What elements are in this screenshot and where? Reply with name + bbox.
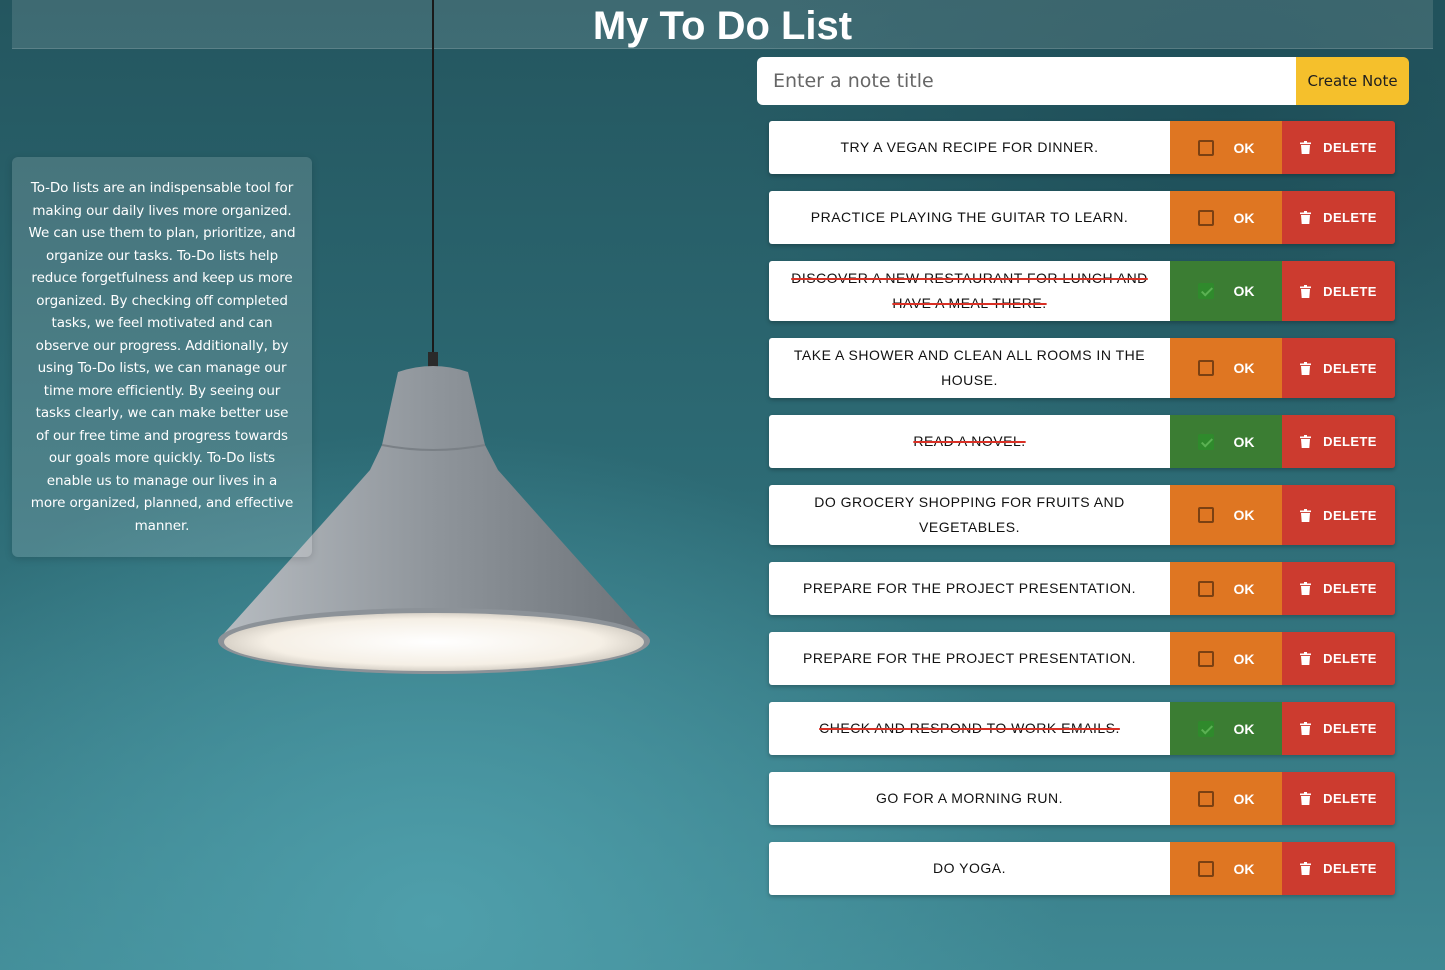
delete-label: DELETE (1323, 651, 1377, 666)
ok-button[interactable]: OK (1170, 338, 1282, 398)
task-text: Prepare for the project presentation. (769, 632, 1170, 685)
task-row: Prepare for the project presentation. OK… (769, 562, 1395, 615)
task-text: Go for a morning run. (769, 772, 1170, 825)
ok-label: OK (1233, 283, 1255, 299)
ok-button[interactable]: OK (1170, 121, 1282, 174)
checkbox-icon[interactable] (1197, 790, 1214, 807)
trash-icon (1300, 435, 1312, 448)
delete-button[interactable]: DELETE (1282, 702, 1395, 755)
task-text: Practice playing the guitar to learn. (769, 191, 1170, 244)
checkbox-icon[interactable] (1197, 139, 1214, 156)
task-row: Take a shower and clean all rooms in the… (769, 338, 1395, 398)
task-text: Do yoga. (769, 842, 1170, 895)
ok-label: OK (1233, 209, 1255, 226)
checkbox-icon[interactable] (1197, 283, 1214, 299)
trash-icon (1300, 792, 1312, 805)
ok-button[interactable]: OK (1170, 702, 1282, 755)
task-text: Do grocery shopping for fruits and veget… (769, 485, 1170, 545)
ok-button[interactable]: OK (1170, 191, 1282, 244)
task-text: Prepare for the project presentation. (769, 562, 1170, 615)
trash-icon (1300, 722, 1312, 735)
task-text: Try a vegan recipe for dinner. (769, 121, 1170, 174)
trash-icon (1300, 211, 1312, 224)
checkbox-icon[interactable] (1197, 507, 1214, 523)
ok-label: OK (1233, 720, 1255, 737)
ok-button[interactable]: OK (1170, 772, 1282, 825)
ok-label: OK (1233, 139, 1255, 156)
delete-label: DELETE (1323, 861, 1377, 876)
checkbox-icon[interactable] (1197, 860, 1214, 877)
ok-button[interactable]: OK (1170, 415, 1282, 468)
delete-label: DELETE (1323, 721, 1377, 736)
ok-label: OK (1233, 360, 1255, 376)
delete-button[interactable]: DELETE (1282, 338, 1395, 398)
trash-icon (1300, 141, 1312, 154)
ok-button[interactable]: OK (1170, 562, 1282, 615)
checkbox-icon[interactable] (1197, 580, 1214, 597)
ok-button[interactable]: OK (1170, 632, 1282, 685)
trash-icon (1300, 361, 1312, 375)
delete-label: DELETE (1323, 283, 1377, 299)
delete-button[interactable]: DELETE (1282, 191, 1395, 244)
checkbox-icon[interactable] (1197, 720, 1214, 737)
create-note-button[interactable]: Create Note (1296, 57, 1409, 105)
ok-label: OK (1233, 790, 1255, 807)
task-text: Read a novel. (769, 415, 1170, 468)
delete-label: DELETE (1323, 140, 1377, 155)
trash-icon (1300, 652, 1312, 665)
delete-button[interactable]: DELETE (1282, 842, 1395, 895)
delete-button[interactable]: DELETE (1282, 121, 1395, 174)
info-card: To-Do lists are an indispensable tool fo… (12, 157, 312, 557)
task-row: Prepare for the project presentation. OK… (769, 632, 1395, 685)
delete-label: DELETE (1323, 434, 1377, 449)
trash-icon (1300, 284, 1312, 298)
ok-button[interactable]: OK (1170, 842, 1282, 895)
checkbox-icon[interactable] (1197, 650, 1214, 667)
task-row: Practice playing the guitar to learn. OK… (769, 191, 1395, 244)
task-text: Check and respond to work emails. (769, 702, 1170, 755)
checkbox-icon[interactable] (1197, 209, 1214, 226)
ok-label: OK (1233, 433, 1255, 450)
task-row: Try a vegan recipe for dinner. OK DELETE (769, 121, 1395, 174)
task-row: Check and respond to work emails. OK DEL… (769, 702, 1395, 755)
delete-button[interactable]: DELETE (1282, 415, 1395, 468)
task-text: Take a shower and clean all rooms in the… (769, 338, 1170, 398)
checkbox-icon[interactable] (1197, 360, 1214, 376)
ok-button[interactable]: OK (1170, 261, 1282, 321)
delete-button[interactable]: DELETE (1282, 485, 1395, 545)
note-form: Create Note (757, 57, 1409, 105)
task-row: Discover a new restaurant for lunch and … (769, 261, 1395, 321)
delete-label: DELETE (1323, 360, 1377, 376)
ok-label: OK (1233, 860, 1255, 877)
ok-label: OK (1233, 507, 1255, 523)
trash-icon (1300, 582, 1312, 595)
delete-button[interactable]: DELETE (1282, 632, 1395, 685)
ok-button[interactable]: OK (1170, 485, 1282, 545)
task-row: Read a novel. OK DELETE (769, 415, 1395, 468)
delete-label: DELETE (1323, 791, 1377, 806)
delete-label: DELETE (1323, 210, 1377, 225)
note-title-input[interactable] (757, 57, 1296, 105)
delete-button[interactable]: DELETE (1282, 562, 1395, 615)
task-text: Discover a new restaurant for lunch and … (769, 261, 1170, 321)
trash-icon (1300, 508, 1312, 522)
task-row: Do grocery shopping for fruits and veget… (769, 485, 1395, 545)
delete-button[interactable]: DELETE (1282, 261, 1395, 321)
delete-label: DELETE (1323, 507, 1377, 523)
task-row: Do yoga. OK DELETE (769, 842, 1395, 895)
delete-label: DELETE (1323, 581, 1377, 596)
delete-button[interactable]: DELETE (1282, 772, 1395, 825)
checkbox-icon[interactable] (1197, 433, 1214, 450)
ok-label: OK (1233, 650, 1255, 667)
trash-icon (1300, 862, 1312, 875)
task-row: Go for a morning run. OK DELETE (769, 772, 1395, 825)
ok-label: OK (1233, 580, 1255, 597)
